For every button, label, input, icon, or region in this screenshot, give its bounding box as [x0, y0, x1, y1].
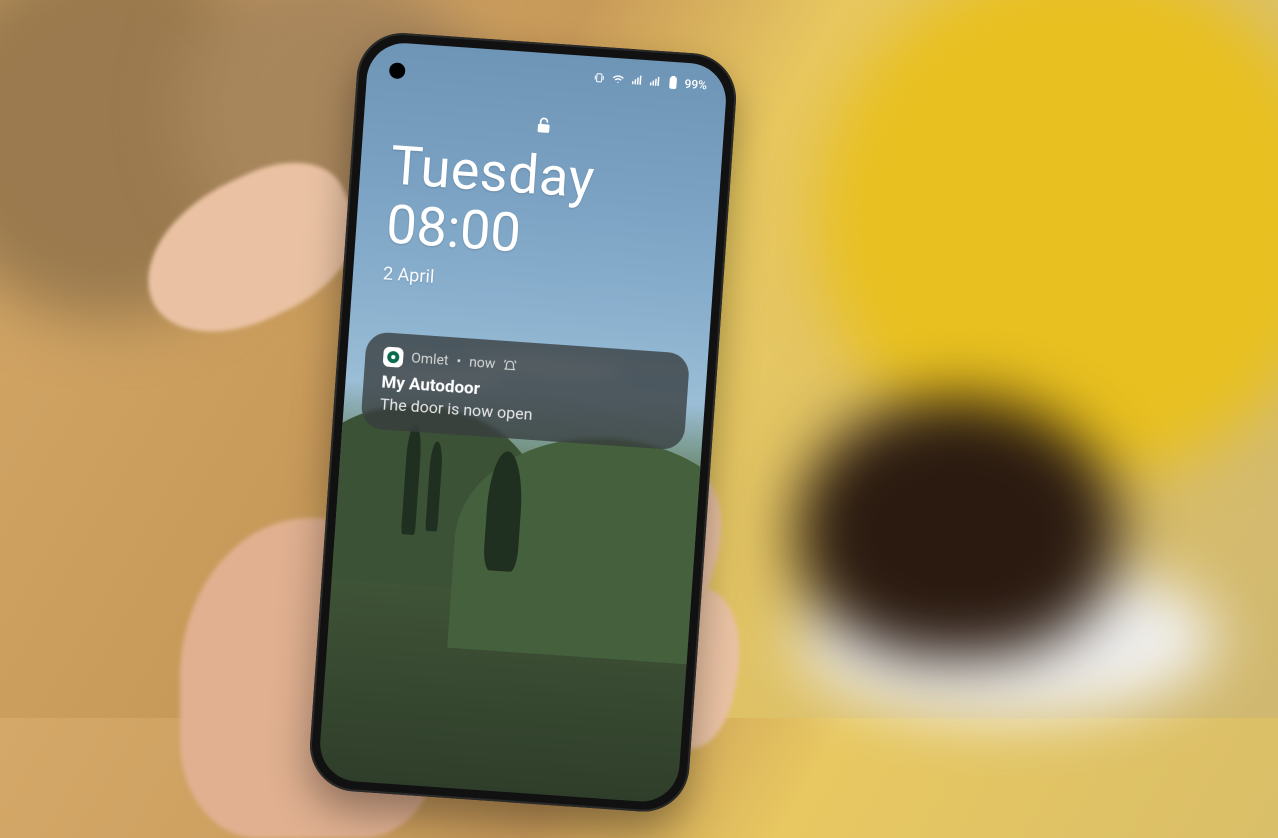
notification-separator: •: [456, 354, 462, 370]
phone-screen[interactable]: 99% Tuesday 08:00 2 April Omlet • now My…: [318, 41, 729, 804]
battery-icon: [666, 76, 679, 91]
phone-frame: 99% Tuesday 08:00 2 April Omlet • now My…: [307, 30, 739, 815]
unlock-icon: [533, 114, 555, 139]
notification-app-name: Omlet: [411, 350, 449, 369]
signal-icon: [630, 74, 643, 87]
signal-icon: [648, 75, 661, 88]
bg-coffee: [798, 398, 1118, 658]
vibrate-icon: [592, 71, 605, 84]
battery-percent: 99%: [684, 77, 707, 93]
status-bar: 99%: [592, 70, 707, 92]
camera-hole: [389, 62, 406, 79]
bg-kettle: [818, 0, 1278, 480]
lockscreen-date: 2 April: [382, 264, 587, 299]
lockscreen-clock: Tuesday 08:00 2 April: [382, 139, 596, 299]
app-icon: [383, 346, 404, 367]
notification-timestamp: now: [469, 354, 496, 372]
wifi-icon: [610, 73, 625, 86]
bell-icon: [503, 358, 518, 373]
